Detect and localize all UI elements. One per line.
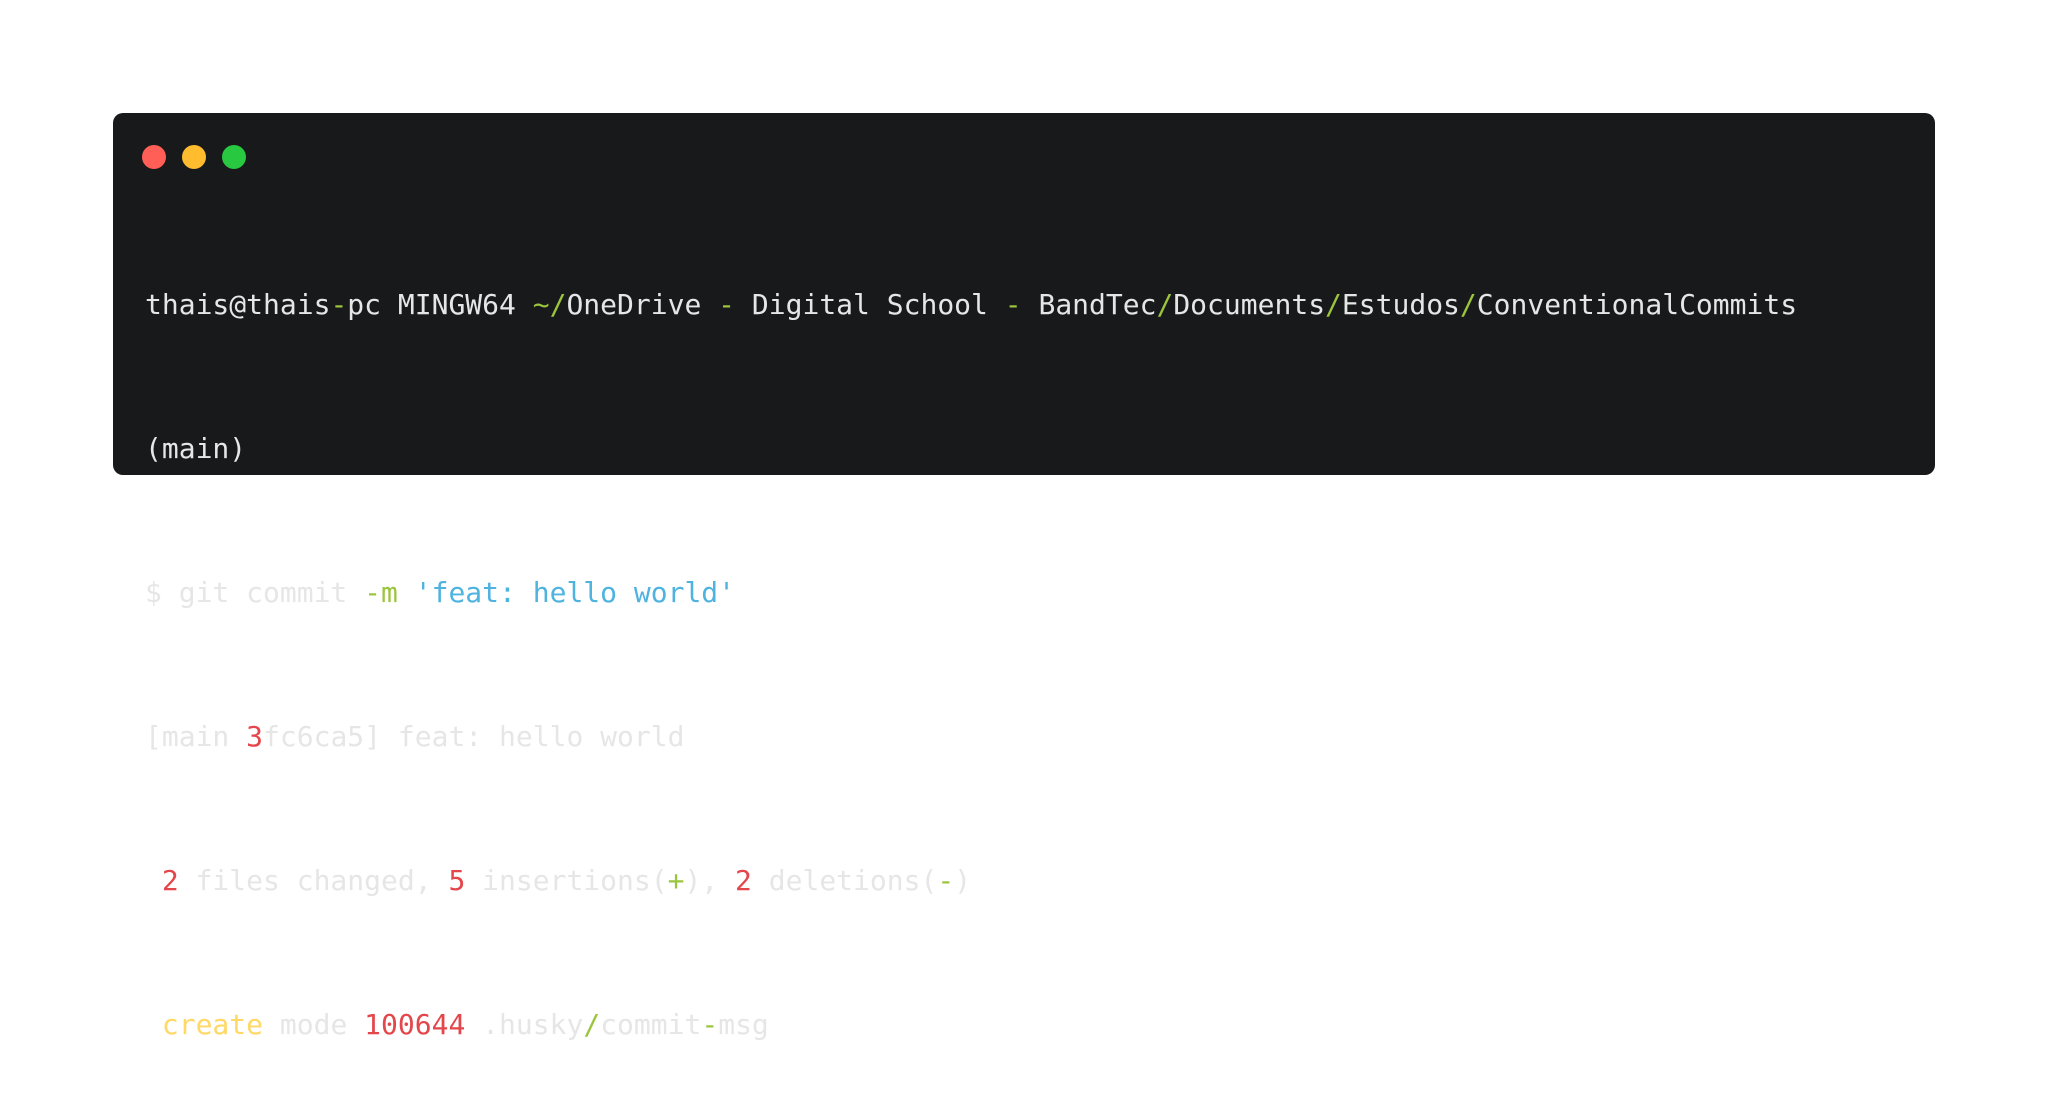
prompt-path-line: thais@thais-pc MINGW64 ~/OneDrive - Digi…	[145, 288, 1798, 321]
commit-summary-line: [main 3fc6ca5] feat: hello world	[145, 720, 685, 753]
window-controls	[142, 145, 246, 169]
close-window-dot[interactable]	[142, 145, 166, 169]
minimize-window-dot[interactable]	[182, 145, 206, 169]
diff-stats-line: 2 files changed, 5 insertions(+), 2 dele…	[161, 864, 972, 897]
branch-line: (main)	[145, 432, 247, 465]
command-line: $ git commit -m 'feat: hello world'	[145, 576, 736, 609]
terminal-output[interactable]: thais@thais-pc MINGW64 ~/OneDrive - Digi…	[145, 215, 1895, 1115]
terminal-window: thais@thais-pc MINGW64 ~/OneDrive - Digi…	[113, 113, 1935, 1041]
create-mode-line: create mode 100644 .husky/commit-msg	[161, 1008, 769, 1041]
maximize-window-dot[interactable]	[222, 145, 246, 169]
